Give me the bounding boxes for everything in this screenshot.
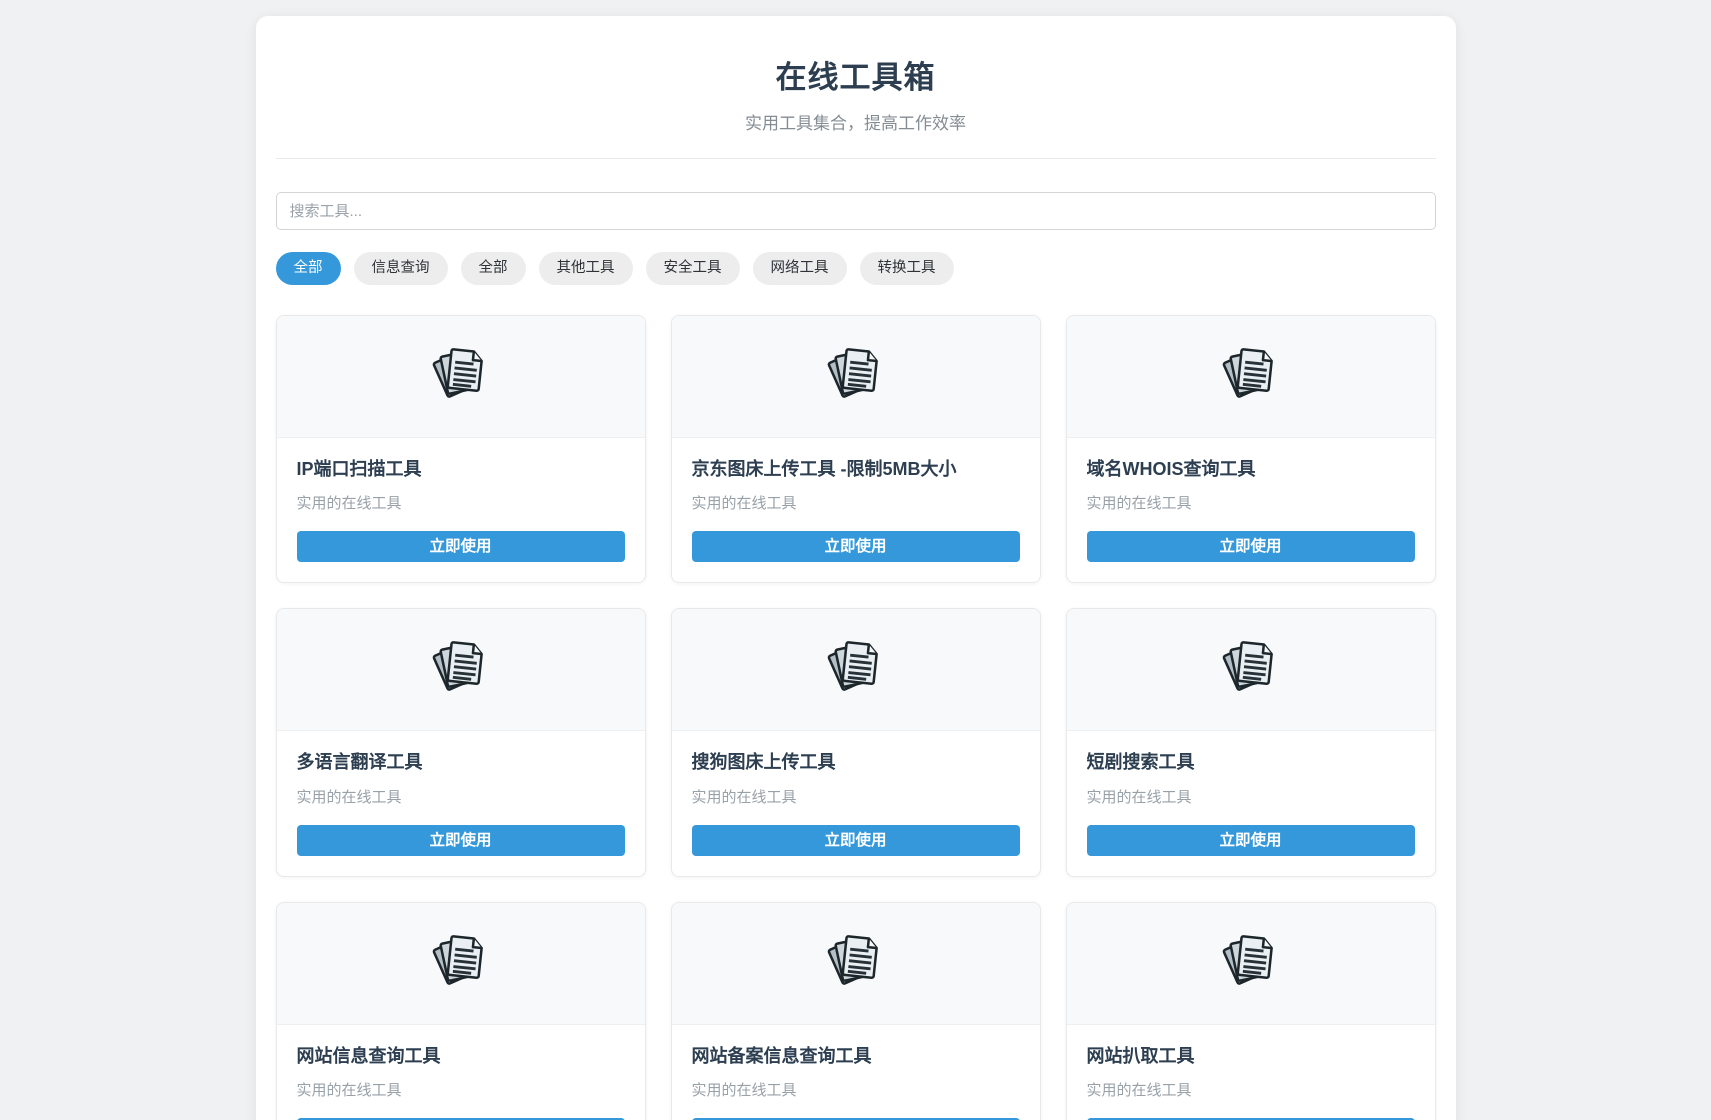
use-now-button[interactable]: 立即使用 — [692, 825, 1020, 856]
documents-icon — [1220, 636, 1282, 703]
documents-icon — [825, 343, 887, 410]
card-description: 实用的在线工具 — [297, 786, 625, 807]
documents-icon — [825, 930, 887, 997]
tool-card: 网站扒取工具 实用的在线工具 立即使用 — [1066, 902, 1436, 1120]
page-title: 在线工具箱 — [276, 52, 1436, 97]
card-title: 域名WHOIS查询工具 — [1087, 458, 1415, 481]
use-now-button[interactable]: 立即使用 — [1087, 825, 1415, 856]
card-description: 实用的在线工具 — [297, 492, 625, 513]
documents-icon — [430, 636, 492, 703]
card-icon-area — [672, 903, 1040, 1025]
filter-pill[interactable]: 安全工具 — [646, 252, 740, 285]
search-input[interactable] — [276, 192, 1436, 230]
filter-pill-row: 全部信息查询全部其他工具安全工具网络工具转换工具 — [276, 252, 1436, 285]
card-icon-area — [277, 609, 645, 731]
card-title: 京东图床上传工具 -限制5MB大小 — [692, 458, 1020, 481]
tool-card-grid: IP端口扫描工具 实用的在线工具 立即使用 — [276, 315, 1436, 1120]
filter-pill[interactable]: 网络工具 — [753, 252, 847, 285]
card-body: 短剧搜索工具 实用的在线工具 立即使用 — [1067, 731, 1435, 876]
documents-icon — [1220, 343, 1282, 410]
tool-card: 域名WHOIS查询工具 实用的在线工具 立即使用 — [1066, 315, 1436, 584]
tool-card: 网站备案信息查询工具 实用的在线工具 立即使用 — [671, 902, 1041, 1120]
card-title: 网站备案信息查询工具 — [692, 1045, 1020, 1068]
page-header: 在线工具箱 实用工具集合，提高工作效率 — [276, 52, 1436, 159]
card-title: 搜狗图床上传工具 — [692, 751, 1020, 774]
card-title: 网站扒取工具 — [1087, 1045, 1415, 1068]
tool-card: 京东图床上传工具 -限制5MB大小 实用的在线工具 立即使用 — [671, 315, 1041, 584]
card-title: 网站信息查询工具 — [297, 1045, 625, 1068]
card-title: 多语言翻译工具 — [297, 751, 625, 774]
main-panel: 在线工具箱 实用工具集合，提高工作效率 全部信息查询全部其他工具安全工具网络工具… — [256, 16, 1456, 1120]
card-description: 实用的在线工具 — [692, 786, 1020, 807]
documents-icon — [825, 636, 887, 703]
card-body: 搜狗图床上传工具 实用的在线工具 立即使用 — [672, 731, 1040, 876]
card-icon-area — [1067, 609, 1435, 731]
tool-card: 短剧搜索工具 实用的在线工具 立即使用 — [1066, 608, 1436, 877]
card-body: IP端口扫描工具 实用的在线工具 立即使用 — [277, 438, 645, 583]
card-body: 多语言翻译工具 实用的在线工具 立即使用 — [277, 731, 645, 876]
card-description: 实用的在线工具 — [692, 1079, 1020, 1100]
documents-icon — [430, 343, 492, 410]
search-bar — [276, 192, 1436, 230]
documents-icon — [430, 930, 492, 997]
tool-card: IP端口扫描工具 实用的在线工具 立即使用 — [276, 315, 646, 584]
tool-card: 网站信息查询工具 实用的在线工具 立即使用 — [276, 902, 646, 1120]
filter-pill[interactable]: 信息查询 — [354, 252, 448, 285]
card-body: 京东图床上传工具 -限制5MB大小 实用的在线工具 立即使用 — [672, 438, 1040, 583]
documents-icon — [1220, 930, 1282, 997]
card-body: 网站扒取工具 实用的在线工具 立即使用 — [1067, 1025, 1435, 1120]
page-subtitle: 实用工具集合，提高工作效率 — [276, 109, 1436, 134]
card-body: 域名WHOIS查询工具 实用的在线工具 立即使用 — [1067, 438, 1435, 583]
card-icon-area — [1067, 316, 1435, 438]
card-description: 实用的在线工具 — [297, 1079, 625, 1100]
card-body: 网站备案信息查询工具 实用的在线工具 立即使用 — [672, 1025, 1040, 1120]
card-icon-area — [672, 316, 1040, 438]
card-description: 实用的在线工具 — [1087, 492, 1415, 513]
card-icon-area — [277, 316, 645, 438]
filter-pill[interactable]: 全部 — [461, 252, 526, 285]
card-description: 实用的在线工具 — [1087, 786, 1415, 807]
card-body: 网站信息查询工具 实用的在线工具 立即使用 — [277, 1025, 645, 1120]
use-now-button[interactable]: 立即使用 — [1087, 531, 1415, 562]
tool-card: 搜狗图床上传工具 实用的在线工具 立即使用 — [671, 608, 1041, 877]
tool-card: 多语言翻译工具 实用的在线工具 立即使用 — [276, 608, 646, 877]
use-now-button[interactable]: 立即使用 — [297, 825, 625, 856]
filter-pill[interactable]: 全部 — [276, 252, 341, 285]
filter-pill[interactable]: 其他工具 — [539, 252, 633, 285]
card-title: 短剧搜索工具 — [1087, 751, 1415, 774]
use-now-button[interactable]: 立即使用 — [692, 531, 1020, 562]
card-description: 实用的在线工具 — [1087, 1079, 1415, 1100]
filter-pill[interactable]: 转换工具 — [860, 252, 954, 285]
card-icon-area — [1067, 903, 1435, 1025]
card-description: 实用的在线工具 — [692, 492, 1020, 513]
card-icon-area — [672, 609, 1040, 731]
use-now-button[interactable]: 立即使用 — [297, 531, 625, 562]
card-title: IP端口扫描工具 — [297, 458, 625, 481]
card-icon-area — [277, 903, 645, 1025]
